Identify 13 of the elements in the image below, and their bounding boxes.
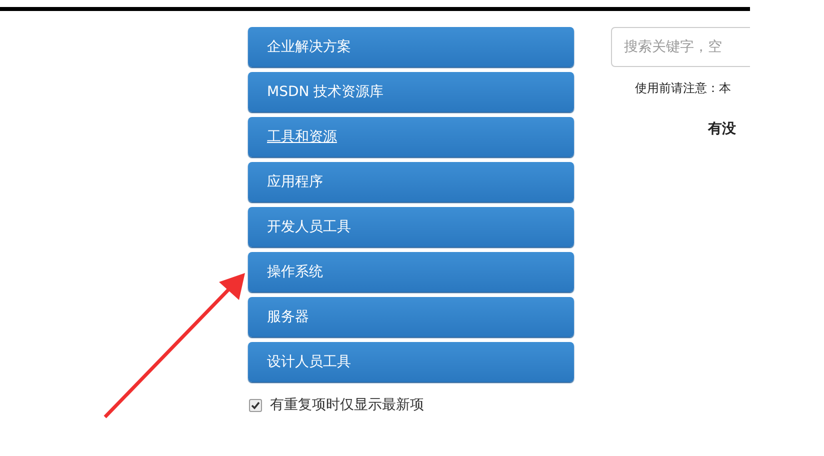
sidebar-item[interactable]: 开发人员工具 <box>248 207 574 247</box>
checkbox-label: 有重复项时仅显示最新项 <box>270 396 424 415</box>
sidebar-item[interactable]: 应用程序 <box>248 162 574 202</box>
search-field[interactable]: 搜索关键字，空 <box>611 27 750 67</box>
sidebar-item[interactable]: MSDN 技术资源库 <box>248 72 574 112</box>
sidebar-item[interactable]: 设计人员工具 <box>248 342 574 382</box>
sidebar-item[interactable]: 工具和资源 <box>248 117 574 157</box>
sidebar-item[interactable]: 企业解决方案 <box>248 27 574 67</box>
heading: 有没 <box>708 120 737 139</box>
checkbox[interactable] <box>249 399 262 412</box>
sidebar-item[interactable]: 服务器 <box>248 297 574 337</box>
notice-text: 使用前请注意：本 <box>635 80 732 97</box>
sidebar-item[interactable]: 操作系统 <box>248 252 574 292</box>
